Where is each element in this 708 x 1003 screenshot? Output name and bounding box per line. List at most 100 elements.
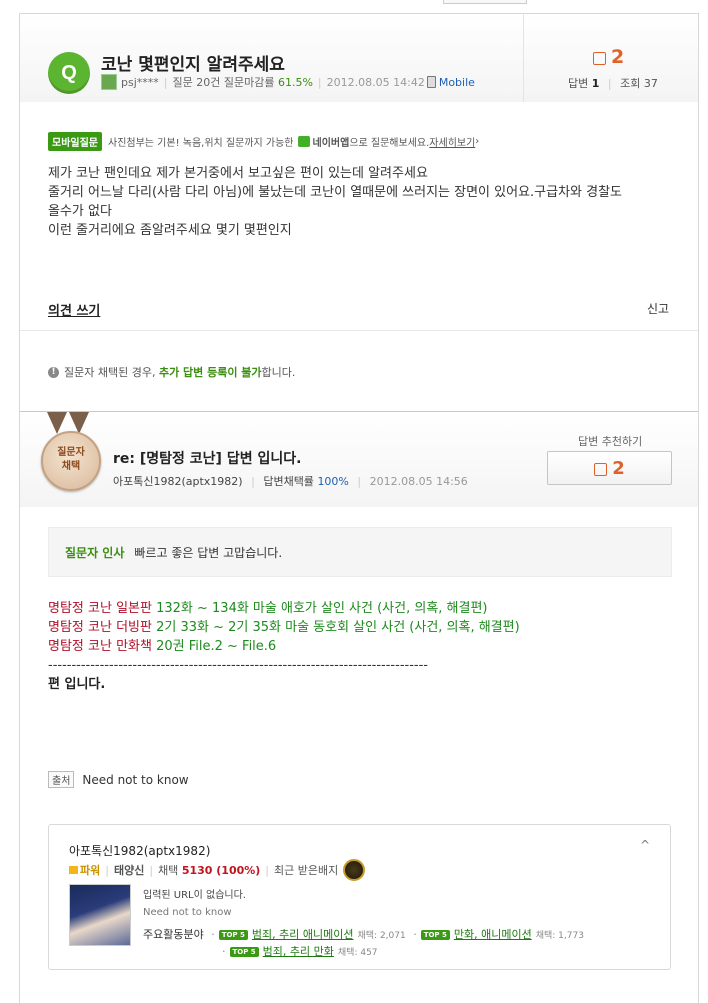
question-meta: psj**** | 질문 20건 질문마감률 61.5% | 2012.08.0… <box>101 74 475 90</box>
mobile-phone-icon <box>426 76 436 88</box>
profile-intro: Need not to know <box>143 907 232 918</box>
collapse-caret-icon[interactable]: ^ <box>640 838 650 852</box>
recommend-label: 답변 추천하기 <box>578 435 643 448</box>
question-title: 코난 몇편인지 알려주세요 <box>101 55 285 75</box>
answers-count: 1 <box>591 77 600 90</box>
profile-avatar[interactable] <box>69 884 131 946</box>
question-body-line: 줄거리 어느날 다리(사람 다리 아님)에 불났는데 코난이 열때문에 쓰러지는… <box>48 185 623 200</box>
like-value: 2 <box>611 46 625 68</box>
info-icon: ! <box>48 366 59 378</box>
answer-line: 명탐정 코난 일본판 132화 ~ 134화 마술 애호가 살인 사건 (사건,… <box>48 599 688 618</box>
thanks-text: 빠르고 좋은 답변 고맙습니다. <box>134 545 283 560</box>
question-via: Mobile <box>438 75 475 89</box>
answer-ending: 편 입니다. <box>48 677 106 692</box>
top-tab-stub <box>443 0 527 4</box>
field-count: 채택: 457 <box>337 948 378 958</box>
field-count: 채택: 2,071 <box>357 931 406 941</box>
report-link[interactable]: 신고 <box>647 300 669 317</box>
profile-fields-row2: · TOP 5 범죄, 추리 만화 채택: 457 <box>222 945 378 958</box>
source-badge: 출처 <box>48 771 75 788</box>
top5-badge: TOP 5 <box>218 930 248 940</box>
mobile-banner-text2: 으로 질문해보세요. <box>349 138 430 149</box>
adopt-rate: 100% <box>317 475 349 488</box>
thumbs-up-icon <box>594 462 608 476</box>
write-opinion-link[interactable]: 의견 쓰기 <box>48 300 100 319</box>
naver-app-icon <box>297 136 310 147</box>
medal-line1: 질문자 <box>57 447 85 458</box>
field-link[interactable]: 범죄, 추리 애니메이션 <box>252 928 354 941</box>
answer-body: 명탐정 코난 일본판 132화 ~ 134화 마술 애호가 살인 사건 (사건,… <box>48 599 688 694</box>
question-stats: 답변 1 | 조회 37 <box>568 77 658 90</box>
mobile-question-banner: 모바일질문 사진첨부는 기본! 녹음,위치 질문까지 가능한 네이버앱 으로 질… <box>48 132 479 151</box>
answers-label: 답변 <box>568 77 589 90</box>
crown-icon <box>69 866 78 874</box>
views-count: 37 <box>643 77 658 90</box>
closing-rate: 61.5% <box>277 75 313 89</box>
notice-strong: 추가 답변 등록이 불가 <box>158 366 262 379</box>
field-link[interactable]: 범죄, 추리 만화 <box>263 945 334 958</box>
adopt-label: 채택 <box>158 864 179 877</box>
mobile-banner-text: 사진첨부는 기본! 녹음,위치 질문까지 가능한 <box>108 138 294 149</box>
question-like-count[interactable]: 2 <box>593 46 624 68</box>
notice-text: 질문자 채택된 경우, <box>64 366 156 379</box>
closing-rate-label: 질문마감률 <box>223 76 275 89</box>
mobile-question-badge: 모바일질문 <box>48 132 102 151</box>
source-text: Need not to know <box>82 772 189 787</box>
answer-dash-line: ----------------------------------------… <box>48 658 428 673</box>
see-more-link[interactable]: 자세히보기 <box>429 134 475 149</box>
question-answer-frame: Q 코난 몇편인지 알려주세요 psj**** | 질문 20건 질문마감률 6… <box>19 13 699 1003</box>
power-label: 파워 <box>80 864 101 877</box>
answer-user[interactable]: 아포톡신1982(aptx1982) <box>113 475 243 488</box>
adopt-rate-label: 답변채택률 <box>263 475 314 488</box>
profile-fields: 주요활동분야 · TOP 5 범죄, 추리 애니메이션 채택: 2,071 · TOP … <box>143 928 584 941</box>
answer-line-title: 명탐정 코난 만화책 <box>48 639 152 654</box>
answer-title: re: [명탐정 코난] 답변 입니다. <box>113 451 302 467</box>
answer-line: 명탐정 코난 만화책 20권 File.2 ~ File.6 <box>48 637 688 656</box>
header-divider <box>523 14 524 102</box>
recent-badge-label: 최근 받은배지 <box>274 864 339 877</box>
answer-line-title: 명탐정 코난 일본판 <box>48 601 152 616</box>
answer-line-title: 명탐정 코난 더빙판 <box>48 620 152 635</box>
answer-line-text: 20권 File.2 ~ File.6 <box>156 639 277 654</box>
question-date: 2012.08.05 14:42 <box>326 75 425 89</box>
profile-url: 입력된 URL이 없습니다. <box>143 890 246 901</box>
divider <box>20 330 698 331</box>
top5-badge: TOP 5 <box>229 947 259 957</box>
answer-line: 명탐정 코난 더빙판 2기 33화 ~ 2기 35화 마술 동호회 살인 사건 … <box>48 618 688 637</box>
answer-date: 2012.08.05 14:56 <box>369 475 468 488</box>
question-user[interactable]: psj**** <box>121 76 159 89</box>
views-label: 조회 <box>620 77 641 90</box>
rank-name: 태양신 <box>113 864 145 877</box>
asker-thanks-box: 질문자 인사 빠르고 좋은 답변 고맙습니다. <box>48 527 672 577</box>
question-count: 질문 20건 <box>172 76 221 89</box>
adopted-medal-icon: 질문자 채택 <box>41 431 101 491</box>
answerer-profile-card: 아포톡신1982(aptx1982) ^ 파워 | 태양신 | 채택 5130 … <box>48 824 671 970</box>
question-body-line: 제가 코난 팬인데요 제가 본거중에서 보고싶은 편이 있는데 알려주세요 <box>48 166 428 181</box>
recommend-button[interactable]: 2 <box>547 451 672 485</box>
medal-line2: 채택 <box>61 461 81 472</box>
answer-source: 출처 Need not to know <box>48 771 189 788</box>
adopt-count: 5130 (100%) <box>181 863 261 877</box>
answer-line-text: 2기 33화 ~ 2기 35화 마술 동호회 살인 사건 (사건, 의혹, 해결… <box>156 620 520 635</box>
question-body-line: 이런 줄거리에요 좀알려주세요 몇기 몇편인지 <box>48 223 292 238</box>
profile-rank: 파워 | 태양신 | 채택 5130 (100%) | 최근 받은배지 <box>69 859 366 881</box>
field-link[interactable]: 만화, 애니메이션 <box>454 928 532 941</box>
adoption-notice: ! 질문자 채택된 경우, 추가 답변 등록이 불가 합니다. <box>48 364 295 380</box>
top5-badge: TOP 5 <box>420 930 450 940</box>
notice-text-end: 합니다. <box>261 366 296 379</box>
profile-name[interactable]: 아포톡신1982(aptx1982) <box>69 842 210 859</box>
question-q-icon: Q <box>48 52 90 94</box>
recommend-count: 2 <box>612 457 625 479</box>
user-avatar-icon <box>101 74 117 90</box>
naver-app-label: 네이버앱 <box>312 138 350 149</box>
thumbs-up-icon <box>593 51 606 65</box>
answer-meta: 아포톡신1982(aptx1982) | 답변채택률 100% | 2012.0… <box>113 475 468 488</box>
question-body-line: 올수가 없다 <box>48 204 112 219</box>
field-label: 주요활동분야 <box>143 928 204 941</box>
graduation-badge-icon[interactable] <box>343 859 366 881</box>
question-body: 제가 코난 팬인데요 제가 본거중에서 보고싶은 편이 있는데 알려주세요 줄거… <box>48 164 678 240</box>
thanks-label: 질문자 인사 <box>65 545 125 560</box>
field-count: 채택: 1,773 <box>535 931 584 941</box>
question-header: Q 코난 몇편인지 알려주세요 psj**** | 질문 20건 질문마감률 6… <box>20 14 698 102</box>
answer-line-text: 132화 ~ 134화 마술 애호가 살인 사건 (사건, 의혹, 해결편) <box>156 601 488 616</box>
